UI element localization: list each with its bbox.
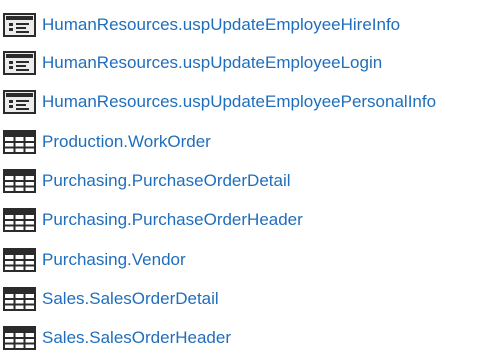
table-icon	[3, 208, 36, 232]
object-link[interactable]: Purchasing.PurchaseOrderHeader	[42, 210, 303, 230]
table-icon	[3, 287, 36, 311]
object-link[interactable]: Purchasing.PurchaseOrderDetail	[42, 171, 291, 191]
object-link[interactable]: Purchasing.Vendor	[42, 250, 186, 270]
object-link[interactable]: HumanResources.uspUpdateEmployeeLogin	[42, 53, 382, 73]
table-icon	[3, 326, 36, 350]
object-link[interactable]: HumanResources.uspUpdateEmployeeHireInfo	[42, 15, 400, 35]
object-link[interactable]: Sales.SalesOrderHeader	[42, 328, 231, 348]
object-link[interactable]: Production.WorkOrder	[42, 132, 211, 152]
table-icon	[3, 248, 36, 272]
stored-procedure-icon	[3, 51, 36, 75]
stored-procedure-icon	[3, 13, 36, 37]
stored-procedure-icon	[3, 90, 36, 114]
table-icon	[3, 169, 36, 193]
table-icon	[3, 130, 36, 154]
object-link[interactable]: HumanResources.uspUpdateEmployeePersonal…	[42, 92, 436, 112]
object-link[interactable]: Sales.SalesOrderDetail	[42, 289, 219, 309]
